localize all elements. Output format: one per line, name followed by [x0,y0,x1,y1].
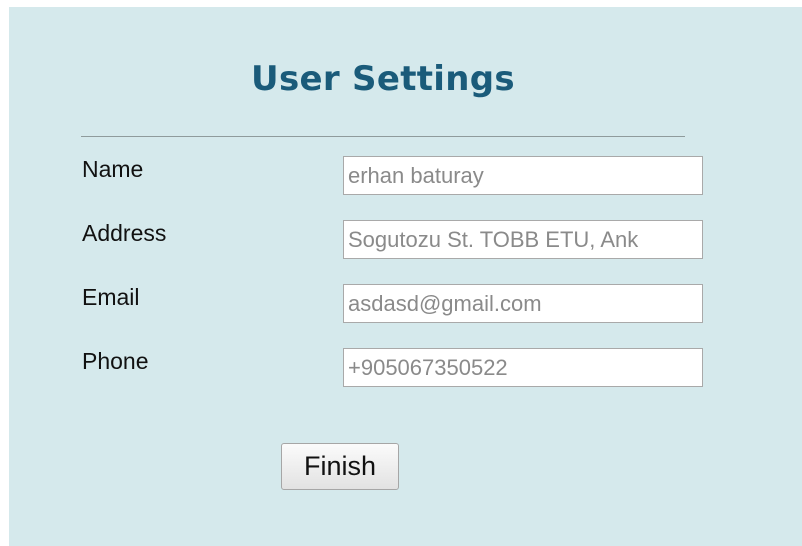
settings-panel: User Settings Name Address Email Phone F… [9,7,802,546]
phone-label: Phone [82,348,149,374]
page-title: User Settings [251,59,515,99]
email-field[interactable] [343,284,703,323]
title-divider [81,136,685,137]
finish-button[interactable]: Finish [281,443,399,490]
name-field[interactable] [343,156,703,195]
name-label: Name [82,156,144,182]
address-label: Address [82,220,167,246]
phone-field[interactable] [343,348,703,387]
address-field[interactable] [343,220,703,259]
email-label: Email [82,284,140,310]
